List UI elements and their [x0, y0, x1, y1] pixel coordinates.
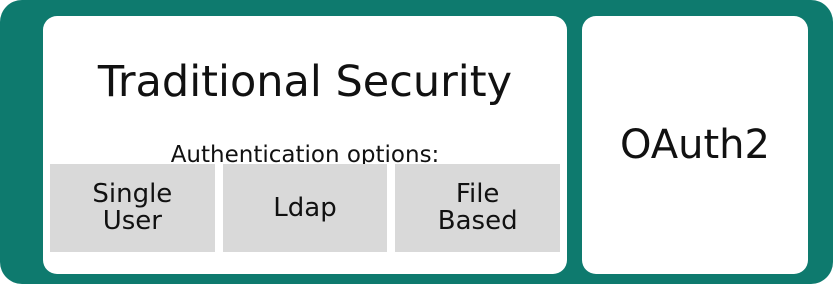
- option-ldap: Ldap: [222, 164, 388, 252]
- authentication-options: Single User Ldap File Based: [50, 164, 561, 252]
- traditional-security-title: Traditional Security: [97, 57, 513, 107]
- oauth2-panel: OAuth2: [582, 16, 808, 274]
- oauth2-label: OAuth2: [620, 122, 770, 168]
- option-single-user: Single User: [50, 164, 215, 252]
- traditional-security-panel: Traditional Security Authentication opti…: [43, 16, 567, 274]
- security-diagram-frame: Traditional Security Authentication opti…: [0, 0, 833, 284]
- option-file-based: File Based: [395, 164, 561, 252]
